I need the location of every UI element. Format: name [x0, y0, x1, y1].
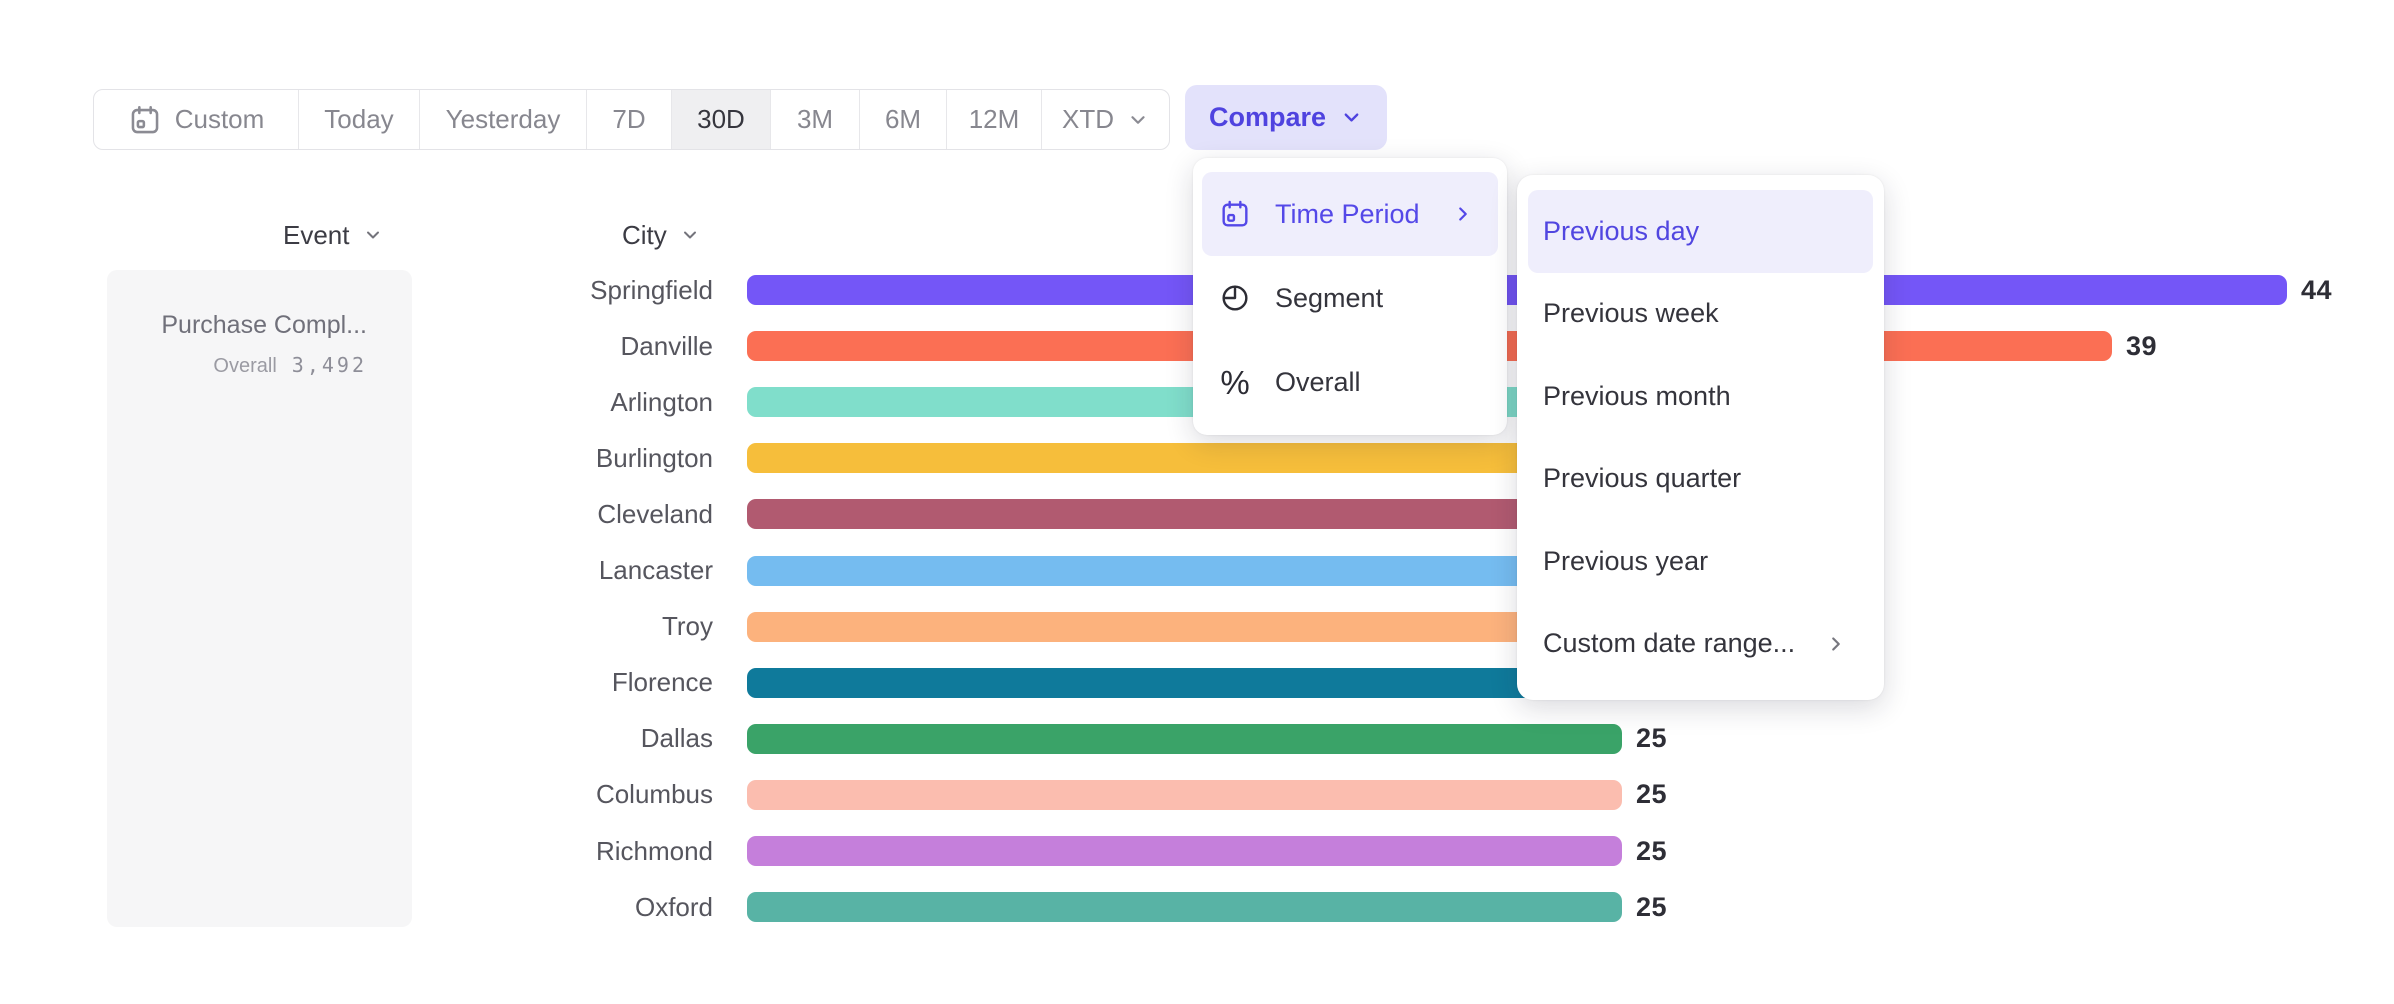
- chevron-right-icon: [1452, 203, 1474, 225]
- bar-label-columbus: Columbus: [430, 780, 713, 810]
- bar-label-oxford: Oxford: [430, 892, 713, 922]
- submenu-item-custom-date-range[interactable]: Custom date range...: [1528, 603, 1873, 686]
- bar-label-cleveland: Cleveland: [430, 499, 713, 529]
- submenu-item-previous-week[interactable]: Previous week: [1528, 273, 1873, 356]
- bar-label-florence: Florence: [430, 668, 713, 698]
- bar-label-springfield: Springfield: [430, 275, 713, 305]
- bar-label-richmond: Richmond: [430, 836, 713, 866]
- menu-item-time-period[interactable]: Time Period: [1202, 172, 1498, 256]
- bar-label-danville: Danville: [430, 331, 713, 361]
- bar-label-burlington: Burlington: [430, 443, 713, 473]
- bar-label-dallas: Dallas: [430, 724, 713, 754]
- bar-label-lancaster: Lancaster: [430, 556, 713, 586]
- menu-item-overall[interactable]: % Overall: [1202, 340, 1498, 424]
- percent-icon: %: [1218, 365, 1252, 399]
- bar-oxford[interactable]: [747, 892, 1622, 922]
- bar-value-springfield: 44: [2301, 275, 2332, 305]
- submenu-item-previous-month[interactable]: Previous month: [1528, 355, 1873, 438]
- menu-item-segment[interactable]: Segment: [1202, 256, 1498, 340]
- segment-icon: [1218, 281, 1252, 315]
- submenu-item-previous-quarter[interactable]: Previous quarter: [1528, 438, 1873, 521]
- bar-richmond[interactable]: [747, 836, 1622, 866]
- bar-label-arlington: Arlington: [430, 387, 713, 417]
- bar-value-oxford: 25: [1636, 892, 1667, 922]
- bar-label-troy: Troy: [430, 612, 713, 642]
- calendar-icon: [1218, 197, 1252, 231]
- submenu-item-previous-day[interactable]: Previous day: [1528, 190, 1873, 273]
- chevron-right-icon: [1825, 633, 1847, 655]
- time-period-submenu: Previous day Previous week Previous mont…: [1517, 175, 1884, 700]
- bar-value-danville: 39: [2126, 331, 2157, 361]
- bar-chart: Springfield 44 Danville 39 Arlington Burlingt…: [0, 0, 2394, 1004]
- submenu-item-previous-year[interactable]: Previous year: [1528, 520, 1873, 603]
- bar-columbus[interactable]: [747, 780, 1622, 810]
- report-canvas: Custom Today Yesterday 7D 30D 3M 6M 12M …: [0, 0, 2394, 1004]
- bar-value-dallas: 25: [1636, 724, 1667, 754]
- bar-value-richmond: 25: [1636, 836, 1667, 866]
- compare-dropdown-menu: Time Period Segment % Overall: [1193, 158, 1507, 435]
- bar-dallas[interactable]: [747, 724, 1622, 754]
- bar-value-columbus: 25: [1636, 780, 1667, 810]
